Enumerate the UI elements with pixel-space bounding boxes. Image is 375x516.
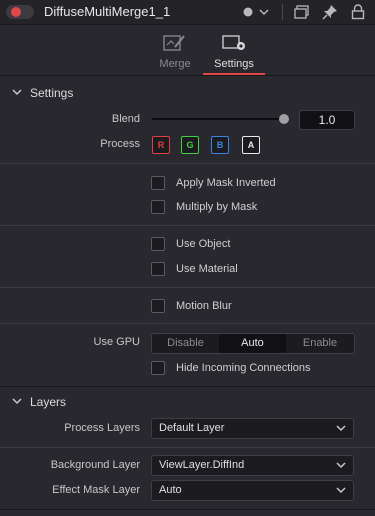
effect-mask-layer-label: Effect Mask Layer (52, 484, 140, 496)
background-layer-label: Background Layer (50, 459, 140, 471)
chevron-down-icon (11, 396, 23, 410)
use-object-label: Use Object (176, 238, 231, 250)
blend-slider-handle[interactable] (279, 114, 289, 124)
tab-settings-label: Settings (214, 58, 254, 70)
settings-section-header[interactable]: Settings (0, 83, 375, 103)
blend-slider-track (152, 118, 284, 120)
divider (0, 447, 375, 448)
window-icon[interactable] (294, 5, 310, 22)
use-object-checkbox[interactable] (151, 237, 165, 251)
chevron-down-icon (335, 459, 347, 474)
divider (0, 287, 375, 288)
gpu-auto-option[interactable]: Auto (219, 334, 286, 353)
multiply-by-mask-checkbox[interactable] (151, 200, 165, 214)
tab-active-indicator (203, 73, 265, 75)
motion-blur-checkbox[interactable] (151, 299, 165, 313)
layers-section-label: Layers (30, 395, 67, 409)
gpu-disable-option[interactable]: Disable (152, 334, 219, 353)
inspector-header: DiffuseMultiMerge1_1 (0, 0, 375, 25)
process-layers-value: Default Layer (159, 422, 225, 434)
blend-value: 1.0 (318, 113, 336, 127)
settings-section-label: Settings (30, 86, 74, 100)
dot-icon[interactable] (242, 6, 254, 21)
chevron-down-icon (11, 87, 23, 101)
bottom-divider (0, 509, 375, 510)
channel-a-toggle[interactable]: A (242, 136, 260, 154)
lock-icon[interactable] (351, 4, 365, 23)
chevron-down-icon (335, 484, 347, 499)
multiply-by-mask-label: Multiply by Mask (176, 201, 258, 213)
background-layer-dropdown[interactable]: ViewLayer.DiffInd (151, 455, 354, 476)
channel-b-toggle[interactable]: B (211, 136, 229, 154)
blend-slider[interactable] (152, 113, 292, 125)
settings-icon (222, 33, 248, 56)
background-layer-value: ViewLayer.DiffInd (159, 459, 245, 471)
divider (0, 163, 375, 164)
layers-section-header[interactable]: Layers (0, 392, 375, 412)
use-material-label: Use Material (176, 263, 238, 275)
node-title[interactable]: DiffuseMultiMerge1_1 (44, 4, 170, 19)
channel-g-toggle[interactable]: G (181, 136, 199, 154)
apply-mask-inverted-label: Apply Mask Inverted (176, 177, 276, 189)
header-divider (282, 4, 283, 20)
tab-settings[interactable]: Settings (203, 25, 265, 75)
hide-incoming-connections-checkbox[interactable] (151, 361, 165, 375)
blend-label: Blend (111, 113, 140, 125)
section-divider (0, 386, 375, 387)
merge-icon (163, 33, 187, 56)
gpu-enable-option[interactable]: Enable (286, 334, 354, 353)
record-icon[interactable] (6, 5, 34, 22)
process-label: Process (100, 138, 140, 150)
channel-r-toggle[interactable]: R (152, 136, 170, 154)
blend-value-input[interactable]: 1.0 (299, 110, 355, 130)
tab-merge-label: Merge (159, 58, 191, 70)
hide-incoming-connections-label: Hide Incoming Connections (176, 362, 311, 374)
use-gpu-segmented: Disable Auto Enable (151, 333, 355, 354)
divider (0, 323, 375, 324)
inspector-tabs: Merge Settings (0, 25, 375, 76)
divider (0, 225, 375, 226)
use-material-checkbox[interactable] (151, 262, 165, 276)
chevron-down-icon[interactable] (258, 7, 270, 21)
effect-mask-layer-dropdown[interactable]: Auto (151, 480, 354, 501)
process-layers-label: Process Layers (64, 422, 140, 434)
effect-mask-layer-value: Auto (159, 484, 182, 496)
use-gpu-label: Use GPU (93, 336, 140, 348)
process-layers-dropdown[interactable]: Default Layer (151, 418, 354, 439)
chevron-down-icon (335, 422, 347, 437)
apply-mask-inverted-checkbox[interactable] (151, 176, 165, 190)
motion-blur-label: Motion Blur (176, 300, 232, 312)
pin-icon[interactable] (322, 4, 338, 23)
tab-merge[interactable]: Merge (150, 25, 200, 75)
